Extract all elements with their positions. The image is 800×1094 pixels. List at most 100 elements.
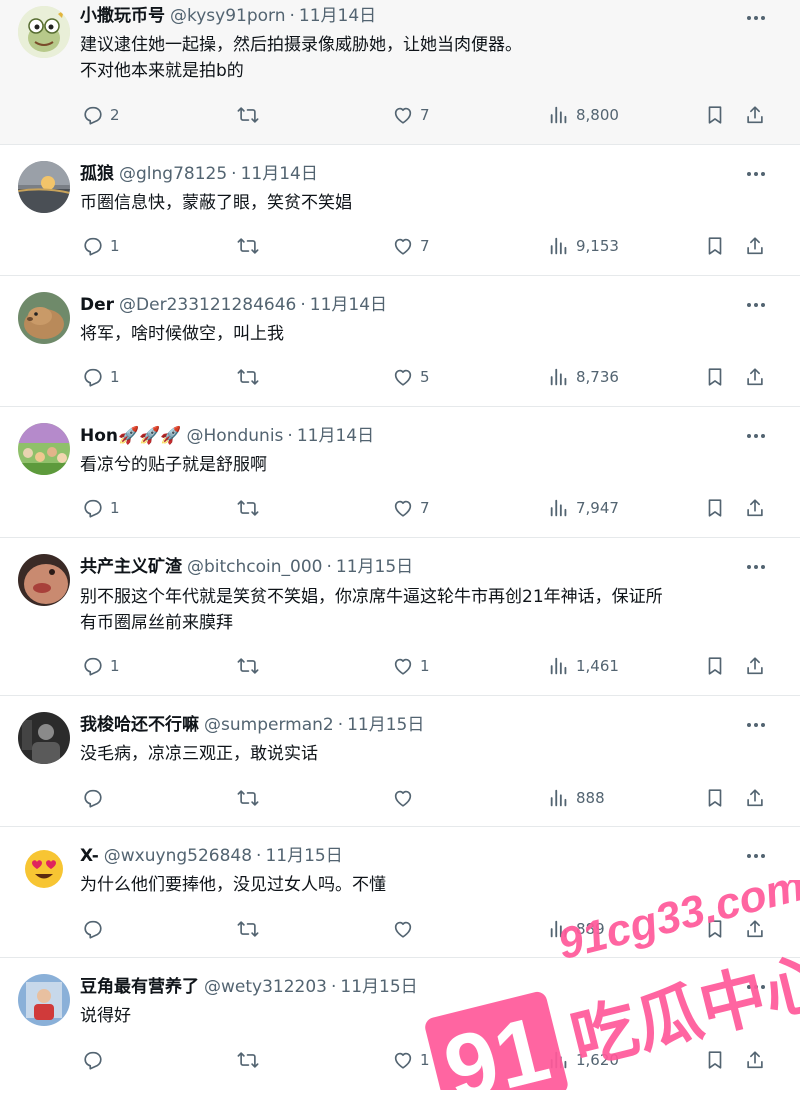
retweet-button[interactable]	[236, 784, 266, 812]
like-button[interactable]	[392, 915, 420, 943]
retweet-button[interactable]	[236, 1046, 266, 1074]
share-button[interactable]	[744, 101, 766, 129]
more-options-icon[interactable]	[744, 555, 768, 579]
share-button[interactable]	[744, 363, 766, 391]
tweet-date[interactable]: 11月14日	[299, 6, 376, 26]
bookmark-button[interactable]	[704, 784, 726, 812]
like-button[interactable]: 7	[392, 101, 430, 129]
reply-button[interactable]: 2	[82, 101, 120, 129]
more-options-icon[interactable]	[744, 6, 768, 30]
retweet-button[interactable]	[236, 652, 266, 680]
like-count: 1	[420, 1051, 430, 1069]
retweet-button[interactable]	[236, 101, 266, 129]
reply-button[interactable]: 1	[82, 363, 120, 391]
views-button[interactable]: 888	[548, 784, 605, 812]
crowd-avatar[interactable]	[18, 423, 70, 475]
tweet-date[interactable]: 11月14日	[241, 164, 318, 184]
bookmark-button[interactable]	[704, 232, 726, 260]
reply-button[interactable]	[82, 784, 110, 812]
share-button[interactable]	[744, 784, 766, 812]
bookmark-button[interactable]	[704, 652, 726, 680]
reply-tweet[interactable]: X- @wxuyng526848 · 11月15日 为什么他们要捧他，没见过女人吗。不…	[0, 827, 800, 958]
views-button[interactable]: 889	[548, 915, 605, 943]
author-name[interactable]: Hon🚀🚀🚀	[80, 426, 182, 446]
more-options-icon[interactable]	[744, 424, 768, 448]
separator-dot: ·	[326, 557, 332, 577]
author-name[interactable]: 豆角最有营养了	[80, 977, 199, 997]
views-button[interactable]: 7,947	[548, 494, 619, 522]
separator-dot: ·	[337, 715, 344, 735]
author-handle[interactable]: @Der233121284646	[119, 295, 296, 315]
author-handle[interactable]: @wety312203	[204, 977, 327, 997]
sunset-avatar[interactable]	[18, 161, 70, 213]
author-name[interactable]: 我梭哈还不行嘛	[80, 715, 199, 735]
reply-button[interactable]	[82, 1046, 110, 1074]
retweet-button[interactable]	[236, 494, 266, 522]
bookmark-button[interactable]	[704, 101, 726, 129]
bookmark-button[interactable]	[704, 363, 726, 391]
tweet-date[interactable]: 11月15日	[347, 715, 424, 735]
retweet-button[interactable]	[236, 915, 266, 943]
author-handle[interactable]: @wxuyng526848	[104, 846, 252, 866]
more-options-icon[interactable]	[744, 162, 768, 186]
reply-button[interactable]: 1	[82, 652, 120, 680]
frog-cartoon-avatar[interactable]	[18, 6, 70, 58]
author-handle[interactable]: @kysy91porn	[170, 6, 286, 26]
tweet-header: 孤狼 @glng78125 · 11月14日	[80, 162, 318, 186]
author-name[interactable]: 共产主义矿渣	[80, 557, 182, 577]
reply-tweet[interactable]: 小撒玩币号 @kysy91porn · 11月14日 建议逮住她一起操，然后拍摄录像威…	[0, 0, 800, 145]
share-button[interactable]	[744, 915, 766, 943]
bookmark-button[interactable]	[704, 915, 726, 943]
person-photo-avatar[interactable]	[18, 974, 70, 1026]
views-button[interactable]: 1,620	[548, 1046, 619, 1074]
author-handle[interactable]: @sumperman2	[204, 715, 334, 735]
bookmark-button[interactable]	[704, 494, 726, 522]
author-name[interactable]: 小撒玩币号	[80, 6, 165, 26]
tweet-date[interactable]: 11月14日	[297, 426, 374, 446]
reply-tweet[interactable]: 我梭哈还不行嘛 @sumperman2 · 11月15日 没毛病，凉凉三观正，敢说实话…	[0, 696, 800, 827]
more-options-icon[interactable]	[744, 844, 768, 868]
views-button[interactable]: 8,736	[548, 363, 619, 391]
share-button[interactable]	[744, 652, 766, 680]
reply-tweet[interactable]: 共产主义矿渣 @bitchcoin_000 · 11月15日 别不服这个年代就是笑贫不…	[0, 538, 800, 696]
views-button[interactable]: 8,800	[548, 101, 619, 129]
reply-button[interactable]: 1	[82, 232, 120, 260]
share-button[interactable]	[744, 494, 766, 522]
tweet-date[interactable]: 11月15日	[340, 977, 417, 997]
reply-tweet[interactable]: 孤狼 @glng78125 · 11月14日 币圈信息快，蒙蔽了眼，笑贫不笑娼 1 7…	[0, 145, 800, 276]
dark-photo-avatar[interactable]	[18, 712, 70, 764]
like-button[interactable]: 1	[392, 652, 430, 680]
like-button[interactable]: 7	[392, 494, 430, 522]
retweet-button[interactable]	[236, 232, 266, 260]
like-button[interactable]: 7	[392, 232, 430, 260]
heart-eyes-emoji-avatar[interactable]	[18, 843, 70, 895]
author-name[interactable]: X-	[80, 846, 99, 866]
like-button[interactable]: 1	[392, 1046, 430, 1074]
more-options-icon[interactable]	[744, 975, 768, 999]
views-button[interactable]: 1,461	[548, 652, 619, 680]
like-button[interactable]	[392, 784, 420, 812]
reply-tweet[interactable]: Der @Der233121284646 · 11月14日 将军，啥时候做空，叫上我 …	[0, 276, 800, 407]
more-options-icon[interactable]	[744, 293, 768, 317]
bookmark-button[interactable]	[704, 1046, 726, 1074]
author-name[interactable]: Der	[80, 295, 114, 315]
author-handle[interactable]: @Hondunis	[187, 426, 284, 446]
share-button[interactable]	[744, 232, 766, 260]
like-button[interactable]: 5	[392, 363, 430, 391]
face-closeup-avatar[interactable]	[18, 554, 70, 606]
views-button[interactable]: 9,153	[548, 232, 619, 260]
capybara-avatar[interactable]	[18, 292, 70, 344]
retweet-button[interactable]	[236, 363, 266, 391]
tweet-date[interactable]: 11月15日	[265, 846, 342, 866]
tweet-date[interactable]: 11月14日	[310, 295, 387, 315]
author-handle[interactable]: @bitchcoin_000	[187, 557, 323, 577]
reply-tweet[interactable]: 豆角最有营养了 @wety312203 · 11月15日 说得好 1 1,620	[0, 958, 800, 1090]
author-handle[interactable]: @glng78125	[119, 164, 227, 184]
share-button[interactable]	[744, 1046, 766, 1074]
author-name[interactable]: 孤狼	[80, 164, 114, 184]
more-options-icon[interactable]	[744, 713, 768, 737]
reply-tweet[interactable]: Hon🚀🚀🚀 @Hondunis · 11月14日 看凉兮的贴子就是舒服啊 1 7 7…	[0, 407, 800, 538]
tweet-date[interactable]: 11月15日	[336, 557, 413, 577]
reply-button[interactable]: 1	[82, 494, 120, 522]
reply-button[interactable]	[82, 915, 110, 943]
